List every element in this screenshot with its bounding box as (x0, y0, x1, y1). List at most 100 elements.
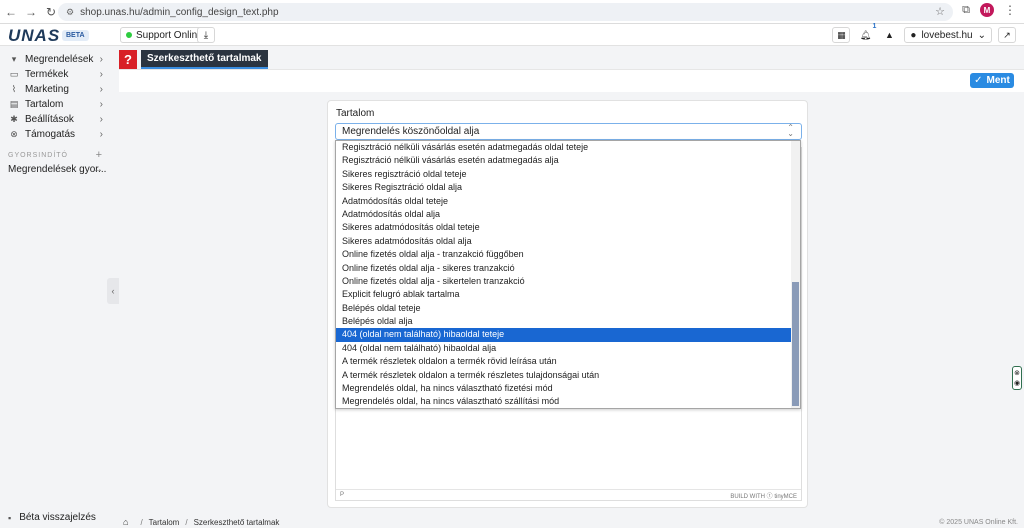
sidebar-item-marketing[interactable]: ⌇ Marketing › (0, 82, 119, 97)
browser-toolbar: ← → ↻ ⚙ shop.unas.hu/admin_config_design… (0, 0, 1024, 24)
breadcrumb-separator: / (185, 517, 188, 527)
close-icon[interactable]: ⊗ (1014, 369, 1020, 377)
circle-icon[interactable]: ◉ (1014, 379, 1020, 387)
cart-icon: ▾ (11, 54, 17, 64)
dropdown-option[interactable]: Sikeres adatmódosítás oldal teteje (336, 221, 793, 234)
dropdown-option[interactable]: Sikeres adatmódosítás oldal alja (336, 235, 793, 248)
forward-icon[interactable]: → (22, 3, 40, 21)
external-link-icon: ↗ (1003, 29, 1011, 40)
app-header: UNAS BETA Support Online ⤓ ▦ 🔔︎ 1 ▲ ● lo… (0, 23, 1024, 46)
sidebar-item-label: Beállítások (25, 114, 74, 125)
editor-brand[interactable]: BUILD WITH ⓣ tinyMCE (730, 491, 797, 500)
beta-feedback-link[interactable]: ▪ Béta visszajelzés (8, 512, 96, 523)
breadcrumb-item[interactable]: Tartalom (149, 518, 180, 527)
dropdown-option[interactable]: Regisztráció nélküli vásárlás esetén ada… (336, 141, 793, 154)
select-arrows-icon: ⌃ ⌄ (787, 123, 794, 138)
help-button[interactable]: ? (119, 50, 137, 69)
chevron-right-icon: › (99, 99, 103, 110)
user-circle-icon: ● (910, 29, 917, 41)
content-dropdown-list[interactable]: Regisztráció nélküli vásárlás esetén ada… (335, 140, 801, 409)
notifications-button[interactable]: 🔔︎ 1 (856, 23, 876, 43)
content-select[interactable]: Megrendelés köszönőoldal alja ⌃ ⌄ (335, 123, 802, 140)
dropdown-option[interactable]: Online fizetés oldal alja - sikeres tran… (336, 262, 793, 275)
sidebar-item-label: Marketing (25, 84, 69, 95)
side-widget[interactable]: ⊗ ◉ (1012, 366, 1022, 390)
quick-item-label: Megrendelések gyor... (8, 164, 107, 175)
support-label: Support Online (136, 29, 203, 41)
profile-avatar[interactable]: M (980, 3, 994, 17)
box-icon: ▭ (9, 69, 19, 79)
dropdown-option[interactable]: 404 (oldal nem található) hibaoldal tete… (336, 328, 793, 342)
save-label: Ment (986, 75, 1010, 86)
address-bar[interactable]: ⚙ shop.unas.hu/admin_config_design_text.… (58, 3, 953, 21)
shop-name: lovebest.hu (921, 29, 973, 41)
dropdown-option[interactable]: Sikeres regisztráció oldal teteje (336, 168, 793, 181)
dropdown-option[interactable]: Megrendelés oldal, ha nincs választható … (336, 382, 793, 395)
chevron-right-icon: › (99, 129, 103, 140)
sidebar-item-label: Termékek (25, 69, 69, 80)
sidebar-item-products[interactable]: ▭ Termékek › (0, 67, 119, 82)
dropdown-option[interactable]: A termék részletek oldalon a termék rész… (336, 369, 793, 382)
feedback-icon: ▪ (8, 512, 12, 523)
dropdown-option[interactable]: Adatmódosítás oldal teteje (336, 195, 793, 208)
section-label: GYORSINDÍTÓ (8, 151, 69, 159)
sidebar-item-label: Megrendelések (25, 54, 94, 65)
sidebar-item-orders[interactable]: ▾ Megrendelések › (0, 52, 119, 67)
back-icon[interactable]: ← (2, 3, 20, 21)
selected-value: Megrendelés köszönőoldal alja (342, 126, 480, 137)
sidebar-item-content[interactable]: ▤ Tartalom › (0, 97, 119, 112)
shop-selector[interactable]: ● lovebest.hu ⌄ (904, 27, 992, 43)
dropdown-option[interactable]: Belépés oldal teteje (336, 302, 793, 315)
copyright: © 2025 UNAS Online Kft. (939, 518, 1018, 526)
dropdown-option[interactable]: Megrendelés oldal, ha nincs választható … (336, 395, 793, 408)
dropdown-option[interactable]: Online fizetés oldal alja - tranzakció f… (336, 248, 793, 261)
home-icon[interactable]: ⌂ (123, 517, 128, 527)
dropdown-scrollbar[interactable] (791, 141, 800, 408)
quick-item-orders[interactable]: Megrendelések gyor... → (0, 162, 119, 177)
save-button[interactable]: ✓ Ment (970, 73, 1014, 88)
chevron-left-icon: ‹ (111, 286, 115, 296)
chevron-right-icon: › (99, 69, 103, 80)
scrollbar-thumb[interactable] (792, 282, 799, 406)
page-title: Szerkeszthető tartalmak (141, 50, 268, 69)
check-icon: ✓ (974, 75, 983, 86)
browser-menu-icon[interactable]: ⋮ (1004, 3, 1016, 17)
open-shop-button[interactable]: ↗ (998, 27, 1016, 43)
support-online-button[interactable]: Support Online (120, 27, 209, 43)
editor-statusbar: P BUILD WITH ⓣ tinyMCE (336, 489, 801, 500)
dropdown-option[interactable]: 404 (oldal nem található) hibaoldal alja (336, 342, 793, 355)
extensions-icon[interactable]: ⧉ (962, 4, 970, 17)
download-icon: ⤓ (203, 29, 209, 41)
page-title-bar: ? Szerkeszthető tartalmak (119, 50, 268, 69)
chevron-right-icon: › (99, 84, 103, 95)
dropdown-option[interactable]: Online fizetés oldal alja - sikertelen t… (336, 275, 793, 288)
warnings-button[interactable]: ▲ (880, 27, 899, 43)
unas-logo[interactable]: UNAS (8, 26, 60, 46)
dropdown-option[interactable]: Adatmódosítás oldal alja (336, 208, 793, 221)
download-button[interactable]: ⤓ (197, 27, 215, 43)
document-icon: ▤ (9, 99, 19, 109)
dropdown-option[interactable]: A termék részletek oldalon a termék rövi… (336, 355, 793, 368)
dropdown-option[interactable]: Belépés oldal alja (336, 315, 793, 328)
sidebar-item-label: Támogatás (25, 129, 76, 140)
add-shortcut-icon[interactable]: + (96, 149, 103, 161)
online-status-icon (126, 32, 132, 38)
dropdown-option[interactable]: Explicit felugró ablak tartalma (336, 288, 793, 301)
arrow-right-icon: → (93, 164, 103, 175)
calculator-icon: ▦ (837, 29, 846, 40)
site-settings-icon[interactable]: ⚙ (66, 7, 74, 18)
action-bar (119, 69, 1024, 92)
dropdown-option[interactable]: Sikeres Regisztráció oldal alja (336, 181, 793, 194)
quick-launch-section: GYORSINDÍTÓ + (0, 148, 119, 162)
sidebar-item-support[interactable]: ⊗ Támogatás › (0, 127, 119, 142)
dropdown-option[interactable]: Regisztráció nélküli vásárlás esetén ada… (336, 154, 793, 167)
chevron-right-icon: › (99, 114, 103, 125)
beta-feedback-label: Béta visszajelzés (19, 512, 96, 523)
sidebar-item-label: Tartalom (25, 99, 64, 110)
sidebar-collapse-button[interactable]: ‹ (107, 278, 119, 304)
breadcrumb-current: Szerkeszthető tartalmak (193, 517, 280, 527)
bookmark-star-icon[interactable]: ☆ (935, 5, 945, 18)
calculator-button[interactable]: ▦ (832, 27, 851, 43)
sidebar-item-settings[interactable]: ✱ Beállítások › (0, 112, 119, 127)
warning-icon: ▲ (884, 30, 894, 40)
